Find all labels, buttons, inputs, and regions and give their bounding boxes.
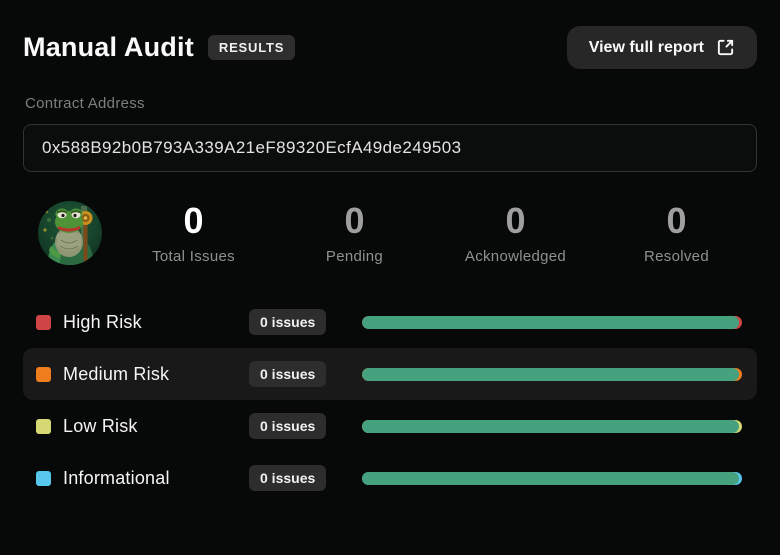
high-risk-progress-bar [362,316,742,329]
risk-row-high[interactable]: High Risk 0 issues [23,296,757,348]
results-badge: RESULTS [208,35,295,60]
informational-issues-badge: 0 issues [249,465,326,491]
view-full-report-label: View full report [589,39,704,57]
risk-breakdown-section: High Risk 0 issues Medium Risk 0 issues … [23,296,757,504]
view-full-report-button[interactable]: View full report [567,26,757,69]
stats-section: 0 Total Issues 0 Pending 0 Acknowledged … [23,200,757,266]
high-risk-issues-badge: 0 issues [249,309,326,335]
stat-resolved-value: 0 [596,201,757,241]
risk-row-medium[interactable]: Medium Risk 0 issues [23,348,757,400]
title-group: Manual Audit RESULTS [23,32,295,63]
medium-risk-progress-fill [362,368,739,381]
stat-total-issues-value: 0 [113,201,274,241]
high-risk-label: High Risk [63,312,233,333]
low-risk-progress-bar [362,420,742,433]
high-risk-progress-fill [362,316,739,329]
stat-resolved-label: Resolved [596,248,757,265]
stat-total-issues: 0 Total Issues [113,201,274,266]
high-risk-color-swatch [36,315,51,330]
stat-pending: 0 Pending [274,201,435,266]
medium-risk-label: Medium Risk [63,364,233,385]
low-risk-color-swatch [36,419,51,434]
low-risk-label: Low Risk [63,416,233,437]
informational-color-swatch [36,471,51,486]
stat-total-issues-label: Total Issues [113,248,274,265]
informational-progress-fill [362,472,739,485]
contract-address-input[interactable] [23,124,757,172]
informational-label: Informational [63,468,233,489]
medium-risk-issues-badge: 0 issues [249,361,326,387]
medium-risk-progress-bar [362,368,742,381]
stat-pending-value: 0 [274,201,435,241]
stat-acknowledged: 0 Acknowledged [435,201,596,266]
page-title: Manual Audit [23,32,194,63]
stat-resolved: 0 Resolved [596,201,757,266]
stat-acknowledged-value: 0 [435,201,596,241]
risk-row-informational[interactable]: Informational 0 issues [23,452,757,504]
stat-acknowledged-label: Acknowledged [435,248,596,265]
audit-results-page: Manual Audit RESULTS View full report Co… [0,0,780,555]
external-link-icon [716,38,735,57]
stat-pending-label: Pending [274,248,435,265]
low-risk-progress-fill [362,420,739,433]
low-risk-issues-badge: 0 issues [249,413,326,439]
contract-address-label: Contract Address [25,95,755,112]
pepe-wizard-avatar-image [37,200,103,266]
stat-columns: 0 Total Issues 0 Pending 0 Acknowledged … [113,201,757,266]
avatar [37,200,103,266]
header: Manual Audit RESULTS View full report [23,26,757,69]
medium-risk-color-swatch [36,367,51,382]
informational-progress-bar [362,472,742,485]
risk-row-low[interactable]: Low Risk 0 issues [23,400,757,452]
